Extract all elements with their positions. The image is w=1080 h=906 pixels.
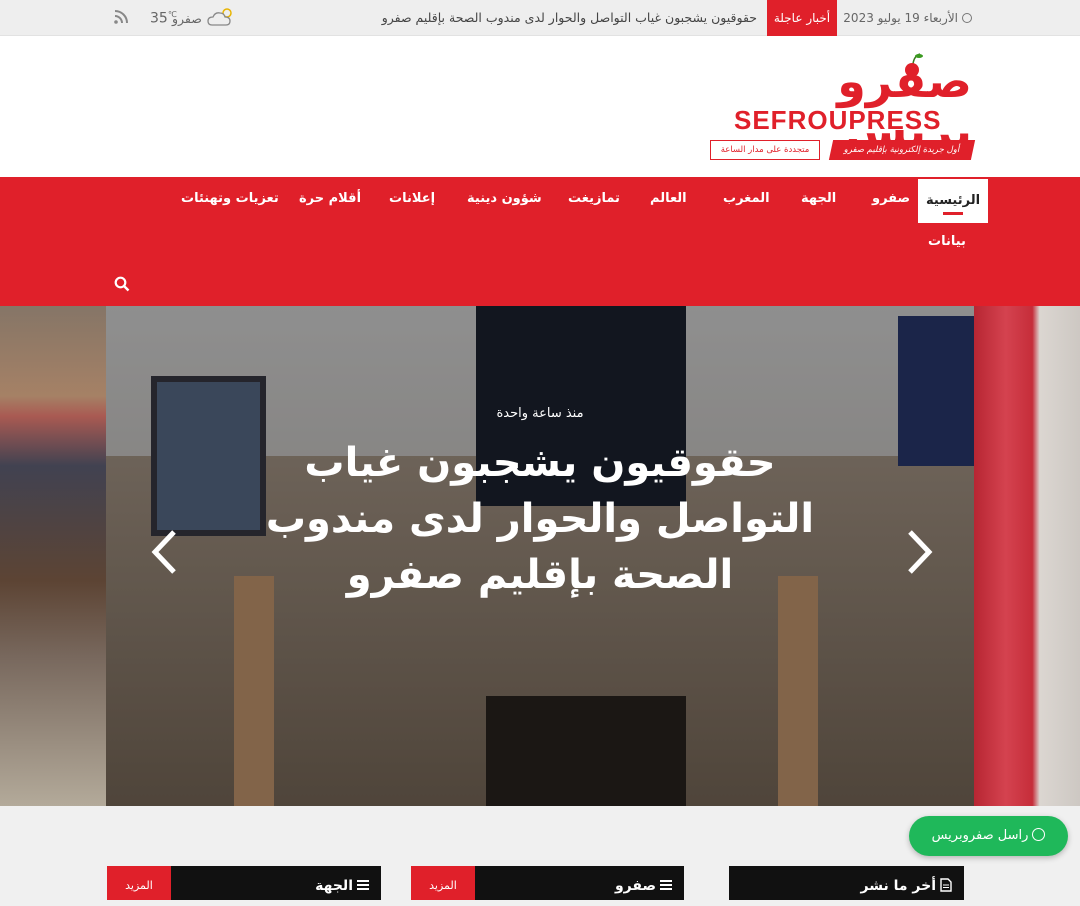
nav-item-ads[interactable]: إعلانات [389,177,435,221]
logo-tagline-primary: أول جريدة إلكترونية بإقليم صفرو [828,140,976,160]
block-sefrou-more-button[interactable]: المزيد [411,866,475,900]
site-logo[interactable]: صفرو بريس SEFROUPRESS أول جريدة إلكتروني… [706,50,976,165]
whatsapp-icon [1032,828,1046,841]
main-nav: الرئيسية صفرو الجهة المغرب العالم تمازيغ… [0,177,1080,306]
slide-title[interactable]: حقوقيون يشجبون غياب التواصل والحوار لدى … [260,435,820,603]
current-date: الأربعاء 19 يوليو 2023 [843,0,972,36]
nav-item-condolences[interactable]: تعزيات وتهنئات [181,177,279,221]
site-header: صفرو بريس SEFROUPRESS أول جريدة إلكتروني… [0,36,1080,177]
search-icon[interactable] [114,276,130,292]
block-region-more-button[interactable]: المزيد [107,866,171,900]
document-icon [940,878,952,892]
date-text: الأربعاء 19 يوليو 2023 [843,11,958,25]
featured-slider: منذ ساعة واحدة حقوقيون يشجبون غياب التوا… [0,306,1080,806]
nav-item-tamazight[interactable]: تمازيغت [568,177,620,221]
nav-item-home[interactable]: الرئيسية [918,179,989,223]
slide-time: منذ ساعة واحدة [496,406,584,421]
block-latest-title: أخر ما نشر [861,866,952,906]
rss-icon[interactable] [114,10,128,24]
nav-item-sefrou[interactable]: صفرو [872,177,910,221]
clock-icon [962,13,972,23]
block-region-header: المزيد الجهة [107,866,381,900]
list-icon [357,880,369,891]
chevron-left-icon[interactable] [150,528,178,576]
nav-item-statements[interactable]: بيانات [928,220,966,264]
top-bar: الأربعاء 19 يوليو 2023 أخبار عاجلة حقوقي… [0,0,1080,36]
slide-image-previous[interactable] [0,306,106,806]
logo-tagline-secondary: متجددة على مدار الساعة [710,140,820,160]
nav-item-world[interactable]: العالم [650,177,687,221]
block-latest-header: أخر ما نشر [729,866,964,900]
nav-item-region[interactable]: الجهة [801,177,836,221]
logo-latin: SEFROUPRESS [734,105,942,135]
whatsapp-contact-button[interactable]: راسل صفروبريس [909,816,1068,856]
chevron-right-icon[interactable] [906,528,934,576]
block-sefrou-header: المزيد صفرو [411,866,684,900]
nav-item-opinions[interactable]: أقلام حرة [299,177,361,221]
nav-item-religious-affairs[interactable]: شؤون دينية [467,177,542,221]
breaking-news-ticker[interactable]: حقوقيون يشجبون غياب التواصل والحوار لدى … [382,0,757,36]
slide-image-next[interactable] [974,306,1080,806]
partly-cloudy-icon [207,8,232,26]
slide-caption: منذ ساعة واحدة حقوقيون يشجبون غياب التوا… [106,406,974,603]
block-region-title[interactable]: الجهة [315,866,369,906]
nav-item-morocco[interactable]: المغرب [723,177,770,221]
weather-city: صفرو [172,11,202,26]
breaking-news-label: أخبار عاجلة [767,0,837,36]
list-icon [660,880,672,891]
block-sefrou-title[interactable]: صفرو [615,866,672,906]
